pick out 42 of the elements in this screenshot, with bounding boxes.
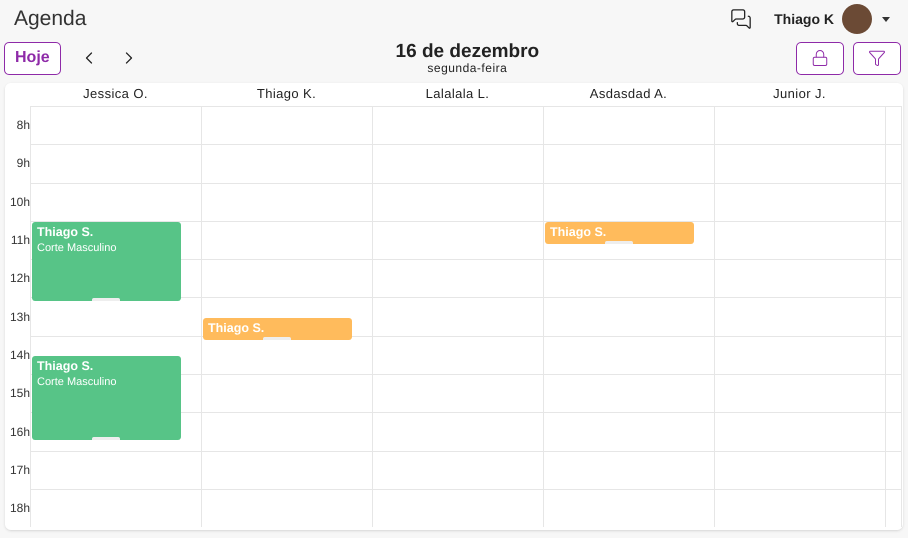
- column-header: Jessica O.: [83, 86, 148, 101]
- column-header: Junior J.: [773, 86, 826, 101]
- lock-button[interactable]: [796, 42, 844, 74]
- column-header: Asdasdad A.: [590, 86, 668, 101]
- hour-label: 11h: [10, 232, 30, 250]
- hour-label: 8h: [16, 117, 30, 134]
- column-header: Thiago K.: [256, 86, 316, 101]
- lock-icon: [811, 49, 829, 67]
- resize-handle[interactable]: [263, 336, 291, 340]
- resize-handle[interactable]: [92, 437, 120, 440]
- hour-label: 17h: [10, 462, 30, 479]
- today-button[interactable]: Hoje: [4, 42, 61, 74]
- resize-handle[interactable]: [92, 298, 120, 302]
- hour-label: 13h: [10, 308, 30, 326]
- user-name[interactable]: Thiago K: [774, 8, 834, 30]
- hour-label: 16h: [10, 424, 30, 441]
- hour-label: 10h: [10, 194, 30, 211]
- service-name: Corte Masculino: [37, 374, 116, 390]
- client-name: Thiago S.: [37, 358, 94, 374]
- weekday-label: segunda-feira: [427, 62, 508, 74]
- hour-label: 12h: [10, 270, 30, 288]
- service-name: Corte Masculino: [37, 240, 116, 256]
- hour-label: 15h: [10, 385, 30, 402]
- caret-icon[interactable]: [882, 16, 890, 22]
- page-title: Agenda: [14, 6, 86, 32]
- hour-label: 9h: [16, 155, 30, 172]
- hour-label: 14h: [10, 346, 30, 364]
- appointment-card[interactable]: Thiago S. Corte Masculino: [32, 222, 181, 302]
- filter-icon: [868, 49, 886, 67]
- hour-label: 18h: [10, 500, 30, 518]
- date-title: 16 de dezembro: [396, 42, 540, 62]
- client-name: Thiago S.: [550, 224, 606, 240]
- appointment-card[interactable]: Thiago S. Corte Masculino: [32, 356, 181, 440]
- appointment-card[interactable]: Thiago S.: [203, 318, 352, 340]
- client-name: Thiago S.: [37, 224, 94, 240]
- avatar[interactable]: [842, 4, 872, 34]
- appointment-card[interactable]: Thiago S.: [545, 222, 694, 244]
- resize-handle[interactable]: [605, 241, 633, 244]
- filter-button[interactable]: [853, 42, 901, 74]
- client-name: Thiago S.: [208, 320, 264, 336]
- chat-icon[interactable]: [730, 8, 752, 30]
- column-header: Lalalala L.: [426, 86, 490, 101]
